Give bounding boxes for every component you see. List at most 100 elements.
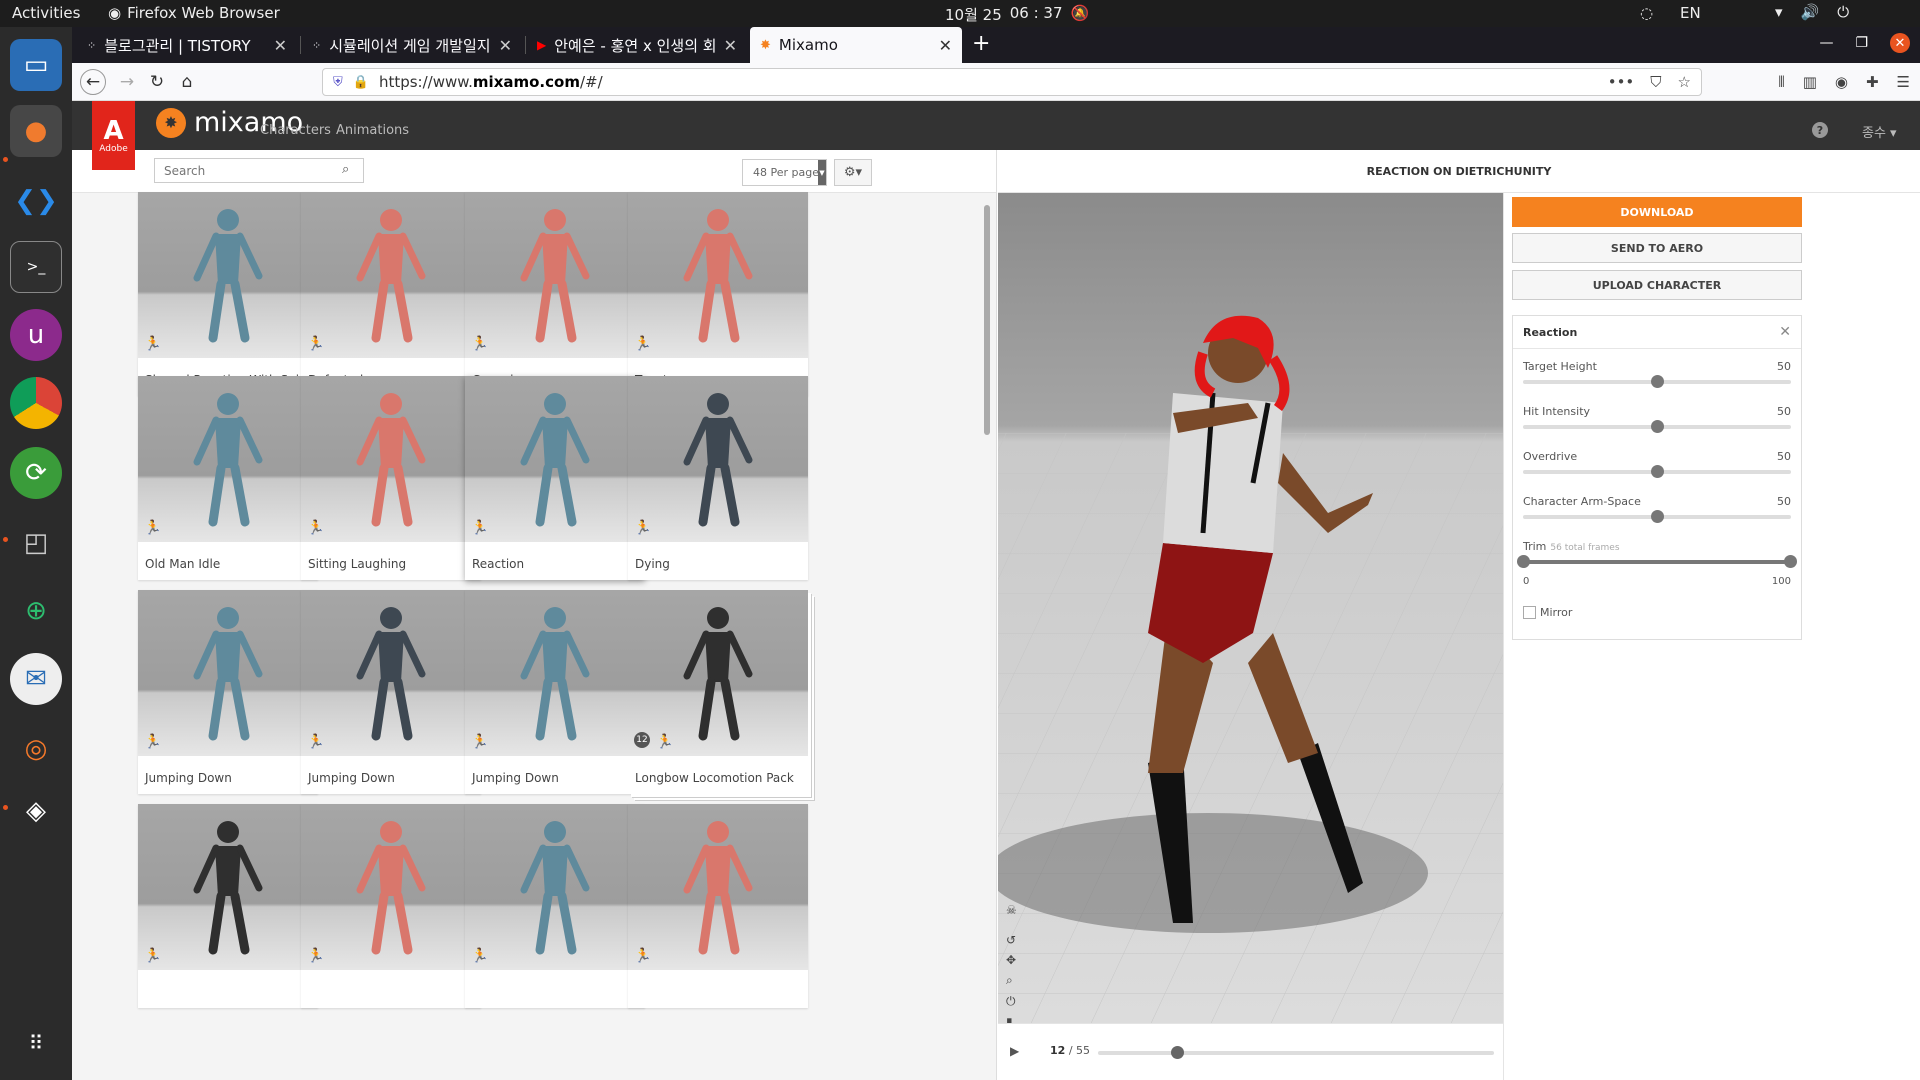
- reset-view-icon[interactable]: ↺: [1006, 933, 1017, 947]
- home-button[interactable]: ⌂: [174, 69, 200, 95]
- slider-thumb[interactable]: [1651, 375, 1664, 388]
- animation-card[interactable]: 🏃Defeated: [301, 192, 481, 396]
- scrollbar[interactable]: [984, 205, 990, 435]
- blender-icon[interactable]: ◎: [10, 723, 62, 775]
- timeline-slider[interactable]: [1098, 1046, 1494, 1059]
- timeline-thumb[interactable]: [1171, 1046, 1185, 1059]
- power-view-icon[interactable]: ⏻: [1006, 994, 1017, 1009]
- tab-tistory[interactable]: ⁘ 블로그관리 | TISTORY ✕: [77, 27, 297, 63]
- animation-card[interactable]: 🏃 Jumping Down: [465, 590, 645, 794]
- settings-button[interactable]: ⚙▾: [834, 159, 872, 186]
- checkbox-box[interactable]: [1523, 606, 1536, 619]
- search-input[interactable]: [154, 158, 364, 183]
- reload-button[interactable]: ↻: [144, 69, 170, 95]
- thunderbird-icon[interactable]: ✉: [10, 653, 62, 705]
- new-tab-button[interactable]: +: [972, 31, 990, 56]
- help-icon[interactable]: ?: [1812, 122, 1828, 138]
- trim-start-thumb[interactable]: [1517, 555, 1530, 568]
- pan-icon[interactable]: ✥: [1006, 953, 1017, 967]
- slider-thumb[interactable]: [1651, 420, 1664, 433]
- input-language[interactable]: EN: [1680, 4, 1701, 22]
- send-to-aero-button[interactable]: SEND TO AERO: [1512, 233, 1802, 263]
- search-icon[interactable]: ⌕: [342, 162, 349, 177]
- character-figure: [193, 393, 263, 527]
- account-icon[interactable]: ◉: [1835, 73, 1848, 91]
- back-button[interactable]: ←: [80, 69, 106, 95]
- animation-card[interactable]: 🏃: [138, 804, 318, 1008]
- animation-card[interactable]: 🏃Taunt: [628, 192, 808, 396]
- upload-character-button[interactable]: UPLOAD CHARACTER: [1512, 270, 1802, 300]
- per-page-select[interactable]: 48 Per page ▼: [742, 159, 827, 186]
- system-tray[interactable]: ▾ 🔊 ⏻: [1775, 3, 1849, 21]
- slider-thumb[interactable]: [1651, 465, 1664, 478]
- close-tab-icon[interactable]: ✕: [274, 36, 287, 55]
- activities-button[interactable]: Activities: [12, 4, 80, 22]
- url-bar[interactable]: ⛨ 🔒 https://www.mixamo.com/#/ ••• ⛉ ☆: [322, 68, 1702, 96]
- nav-animations[interactable]: Animations: [336, 123, 409, 138]
- app-menu[interactable]: ◉ Firefox Web Browser: [108, 4, 280, 22]
- animation-card[interactable]: 🏃 Jumping Down: [301, 590, 481, 794]
- maximize-icon[interactable]: ❐: [1855, 35, 1868, 51]
- firefox-icon[interactable]: ●: [10, 105, 62, 157]
- chrome-icon[interactable]: [10, 377, 62, 429]
- animation-card[interactable]: 🏃 Sitting Laughing: [301, 376, 481, 580]
- unity-icon[interactable]: ◈: [10, 785, 62, 837]
- zoom-icon[interactable]: ⌕: [1006, 973, 1017, 988]
- minimize-icon[interactable]: —: [1819, 35, 1833, 51]
- animation-card[interactable]: 🏃Shoved Reaction With Spin: [138, 192, 318, 396]
- vscode-icon[interactable]: ❮❯: [10, 175, 62, 227]
- usb-creator-icon[interactable]: ⊕: [10, 585, 62, 637]
- user-menu[interactable]: 종수 ▾: [1862, 122, 1897, 141]
- files-icon[interactable]: ▭: [10, 39, 62, 91]
- slider-track[interactable]: [1523, 375, 1791, 388]
- animation-card[interactable]: 🏃: [301, 804, 481, 1008]
- clock[interactable]: 10월 25 06 : 37 🔕: [945, 4, 1089, 25]
- sidebar-icon[interactable]: ▥: [1803, 73, 1817, 91]
- download-button[interactable]: DOWNLOAD: [1512, 197, 1802, 227]
- tab-youtube[interactable]: ▶ 안예은 - 홍연 x 인생의 회전... ✕: [527, 27, 747, 63]
- running-figure-icon: 🏃: [307, 734, 325, 750]
- page-actions-icon[interactable]: •••: [1608, 73, 1635, 91]
- lock-icon[interactable]: 🔒: [353, 75, 369, 90]
- screenshot-icon[interactable]: ◰: [10, 517, 62, 569]
- animation-card[interactable]: 🏃: [465, 804, 645, 1008]
- close-tab-icon[interactable]: ✕: [939, 36, 952, 55]
- animation-card[interactable]: 🏃 Dying: [628, 376, 808, 580]
- tab-mixamo[interactable]: ✸ Mixamo ✕: [750, 27, 962, 63]
- extensions-icon[interactable]: ✚: [1866, 73, 1879, 91]
- sync-icon[interactable]: ◌: [1640, 4, 1653, 22]
- bookmark-star-icon[interactable]: ☆: [1678, 73, 1691, 91]
- tracking-shield-icon[interactable]: ⛨: [333, 75, 343, 90]
- slider-track[interactable]: [1523, 420, 1791, 433]
- mirror-checkbox[interactable]: Mirror: [1523, 606, 1572, 619]
- play-button[interactable]: ▶: [1010, 1044, 1019, 1058]
- pocket-icon[interactable]: ⛉: [1650, 73, 1661, 91]
- show-apps-icon[interactable]: ⠿: [10, 1017, 62, 1069]
- close-window-icon[interactable]: ✕: [1890, 33, 1910, 53]
- close-tab-icon[interactable]: ✕: [724, 36, 737, 55]
- close-icon[interactable]: ✕: [1779, 324, 1791, 340]
- trim-end-thumb[interactable]: [1784, 555, 1797, 568]
- terminal-icon[interactable]: >_: [10, 241, 62, 293]
- animation-card[interactable]: 12 🏃 Longbow Locomotion Pack: [628, 590, 808, 794]
- ubuntu-software-icon[interactable]: u: [10, 309, 62, 361]
- skeleton-icon[interactable]: ☠: [1006, 903, 1017, 917]
- slider-track[interactable]: [1523, 510, 1791, 523]
- animation-card[interactable]: 🏃: [628, 804, 808, 1008]
- slider-track[interactable]: [1523, 465, 1791, 478]
- slider-thumb[interactable]: [1651, 510, 1664, 523]
- adobe-logo[interactable]: A Adobe: [92, 101, 135, 170]
- nav-characters[interactable]: Characters: [260, 123, 331, 138]
- animation-card[interactable]: 🏃 Reaction: [465, 376, 645, 580]
- trim-range-track[interactable]: [1517, 555, 1797, 568]
- hamburger-menu-icon[interactable]: ☰: [1897, 73, 1910, 91]
- forward-button[interactable]: →: [114, 69, 140, 95]
- animation-card[interactable]: 🏃 Old Man Idle: [138, 376, 318, 580]
- animation-card[interactable]: 🏃 Jumping Down: [138, 590, 318, 794]
- tab-simulation-devlog[interactable]: ⁘ 시뮬레이션 게임 개발일지 ... ✕: [302, 27, 522, 63]
- 3d-viewport[interactable]: [998, 193, 1503, 1023]
- animation-card[interactable]: 🏃Capoeira: [465, 192, 645, 396]
- library-icon[interactable]: ⫴: [1778, 73, 1784, 91]
- updater-icon[interactable]: ⟳: [10, 447, 62, 499]
- close-tab-icon[interactable]: ✕: [499, 36, 512, 55]
